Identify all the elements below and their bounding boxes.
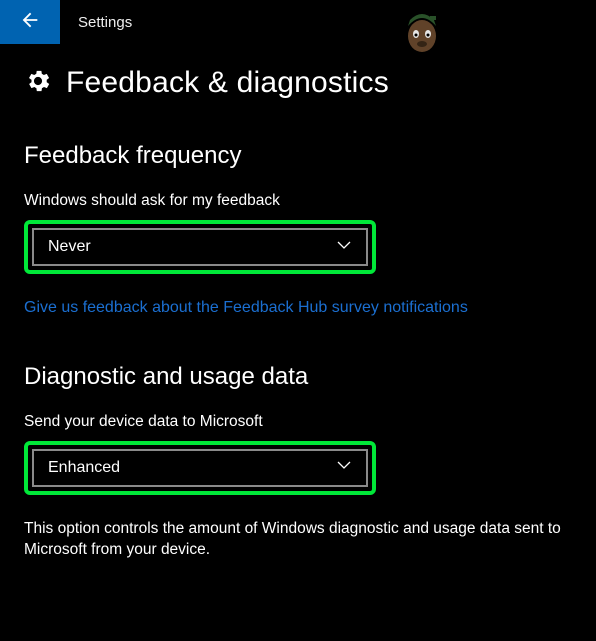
gear-icon [24,67,52,100]
page-title: Feedback & diagnostics [66,66,389,100]
feedback-frequency-value: Never [48,238,91,256]
page-title-row: Feedback & diagnostics [24,66,572,100]
chevron-down-icon [336,237,352,258]
feedback-hub-link[interactable]: Give us feedback about the Feedback Hub … [24,298,572,319]
watermark-avatar [400,6,444,56]
content: Feedback & diagnostics Feedback frequenc… [0,44,596,561]
chevron-down-icon [336,457,352,478]
diagnostic-label: Send your device data to Microsoft [24,413,572,431]
diagnostic-select[interactable]: Enhanced [32,449,368,487]
diagnostic-description: This option controls the amount of Windo… [24,519,564,561]
diagnostic-value: Enhanced [48,459,120,477]
section-heading-diagnostic: Diagnostic and usage data [24,363,572,391]
back-button[interactable] [0,0,60,44]
feedback-frequency-label: Windows should ask for my feedback [24,192,572,210]
header: Settings [0,0,596,44]
highlight-feedback-select: Never [24,220,376,274]
section-heading-feedback: Feedback frequency [24,142,572,170]
header-title: Settings [60,0,132,44]
highlight-diagnostic-select: Enhanced [24,441,376,495]
back-arrow-icon [19,9,41,36]
feedback-frequency-select[interactable]: Never [32,228,368,266]
